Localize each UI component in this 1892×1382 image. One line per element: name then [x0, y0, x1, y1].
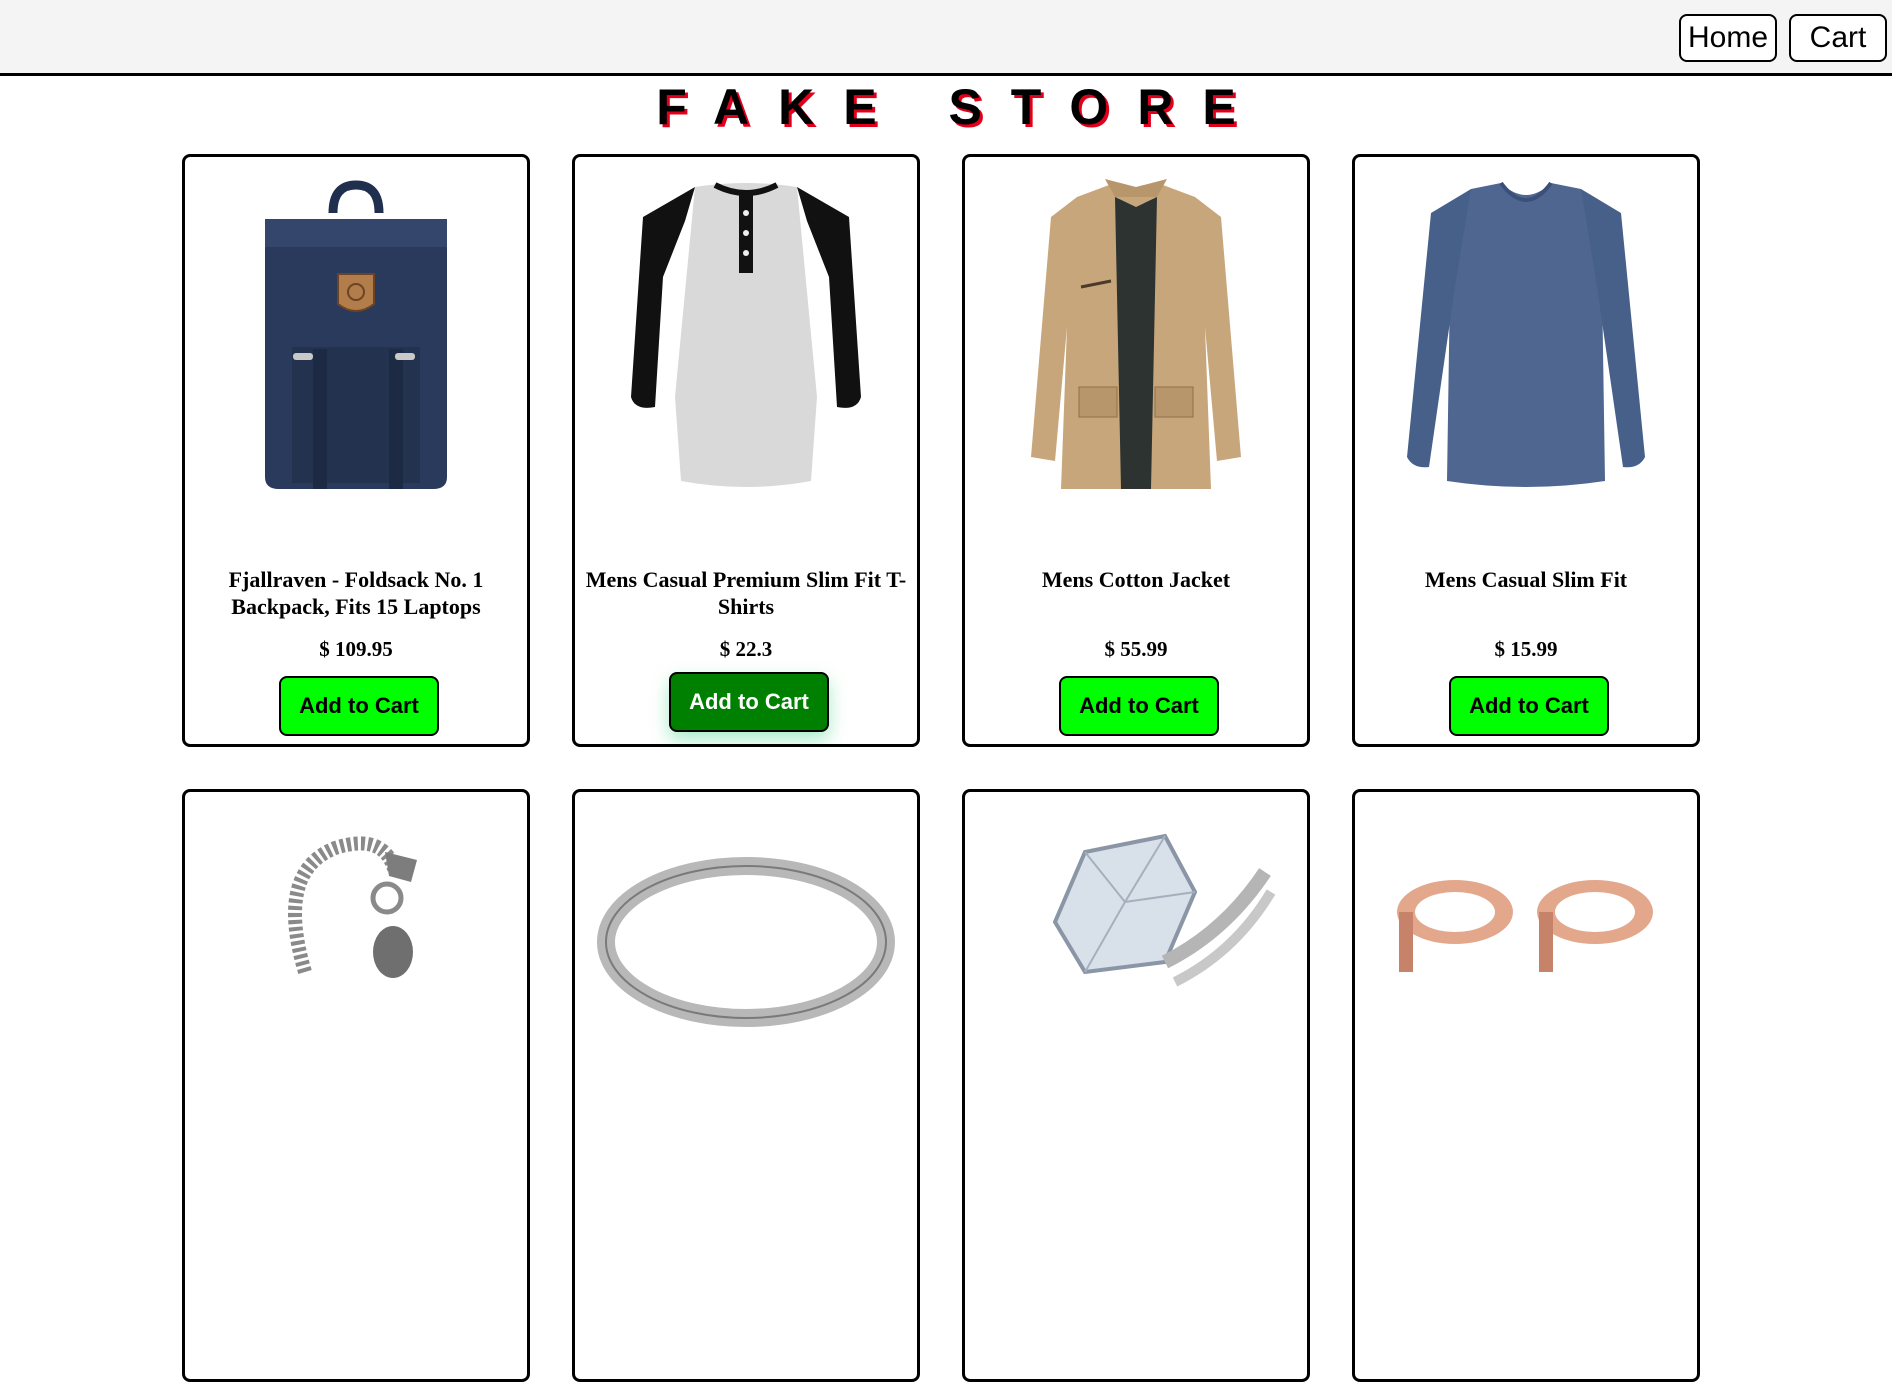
product-price: $ 15.99	[1494, 637, 1558, 661]
silver-ring-image	[597, 857, 895, 1027]
add-to-cart-button[interactable]: Add to Cart	[1449, 676, 1609, 736]
product-price: $ 109.95	[319, 637, 393, 661]
rose-gold-plugs-image	[1397, 880, 1653, 972]
cotton-jacket-image	[1031, 179, 1241, 489]
product-card	[572, 789, 920, 1382]
diamond-ring-image	[1052, 833, 1276, 987]
add-to-cart-button[interactable]: Add to Cart	[669, 672, 829, 732]
product-card: Mens Casual Slim Fit $ 15.99 Add to Cart	[1352, 154, 1700, 747]
dragon-bracelet-image	[288, 836, 417, 978]
product-card	[962, 789, 1310, 1382]
backpack-image	[265, 180, 447, 489]
raglan-tshirt-image	[631, 182, 861, 487]
product-card: Fjallraven - Foldsack No. 1 Backpack, Fi…	[182, 154, 530, 747]
long-sleeve-shirt-image	[1407, 181, 1645, 487]
product-title: Mens Casual Slim Fit	[1424, 567, 1628, 592]
add-to-cart-button[interactable]: Add to Cart	[1059, 676, 1219, 736]
product-title: Mens Cotton Jacket	[1041, 567, 1231, 592]
product-title: Mens Casual Premium Slim Fit T-Shirts	[585, 567, 907, 619]
product-price: $ 22.3	[719, 637, 773, 661]
product-card	[1352, 789, 1700, 1382]
product-grid: Fjallraven - Foldsack No. 1 Backpack, Fi…	[0, 0, 1892, 1382]
product-title: Fjallraven - Foldsack No. 1 Backpack, Fi…	[228, 567, 484, 619]
product-card: Mens Cotton Jacket $ 55.99 Add to Cart	[962, 154, 1310, 747]
product-card: Mens Casual Premium Slim Fit T-Shirts $ …	[572, 154, 920, 747]
product-price: $ 55.99	[1104, 637, 1168, 661]
add-to-cart-button[interactable]: Add to Cart	[279, 676, 439, 736]
product-card	[182, 789, 530, 1382]
